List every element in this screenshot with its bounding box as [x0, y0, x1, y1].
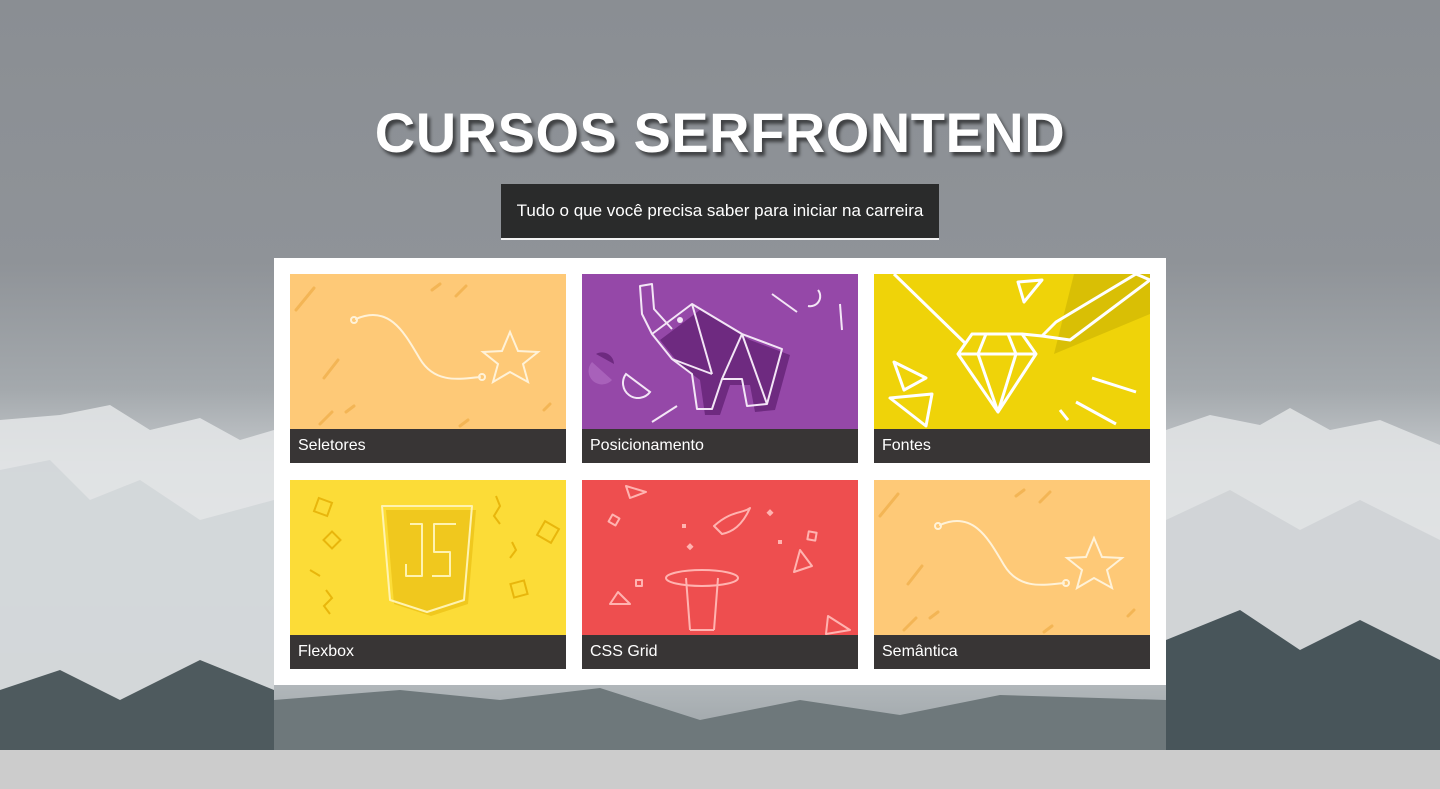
course-thumbnail	[290, 480, 566, 635]
course-title: CSS Grid	[582, 635, 858, 669]
course-thumbnail	[874, 274, 1150, 429]
course-card-semantica[interactable]: Semântica	[874, 480, 1150, 669]
course-title: Semântica	[874, 635, 1150, 669]
course-card-flexbox[interactable]: Flexbox	[290, 480, 566, 669]
course-card-posicionamento[interactable]: Posicionamento	[582, 274, 858, 463]
course-thumbnail	[874, 480, 1150, 635]
diamond-pencil-icon	[888, 274, 1150, 428]
course-thumbnail	[582, 480, 858, 635]
course-title: Posicionamento	[582, 429, 858, 463]
course-card-fontes[interactable]: Fontes	[874, 274, 1150, 463]
page-title: CURSOS SERFRONTEND	[374, 101, 1066, 164]
star-path-icon	[878, 488, 1136, 634]
magic-hat-icon	[607, 485, 851, 635]
course-card-seletores[interactable]: Seletores	[290, 274, 566, 463]
course-thumbnail	[582, 274, 858, 429]
js-shield-icon	[309, 495, 561, 616]
page-footer-band	[0, 750, 1440, 789]
course-title: Seletores	[290, 429, 566, 463]
course-card-css-grid[interactable]: CSS Grid	[582, 480, 858, 669]
origami-elephant-icon	[588, 283, 843, 423]
courses-panel: Seletores Posicionamento Fontes Flexbox …	[274, 258, 1166, 685]
page-subtitle: Tudo o que você precisa saber para inici…	[500, 184, 940, 240]
hero-section: CURSOS SERFRONTEND Tudo o que você preci…	[0, 0, 1440, 750]
course-title: Fontes	[874, 429, 1150, 463]
star-path-icon	[294, 282, 552, 428]
course-title: Flexbox	[290, 635, 566, 669]
course-thumbnail	[290, 274, 566, 429]
